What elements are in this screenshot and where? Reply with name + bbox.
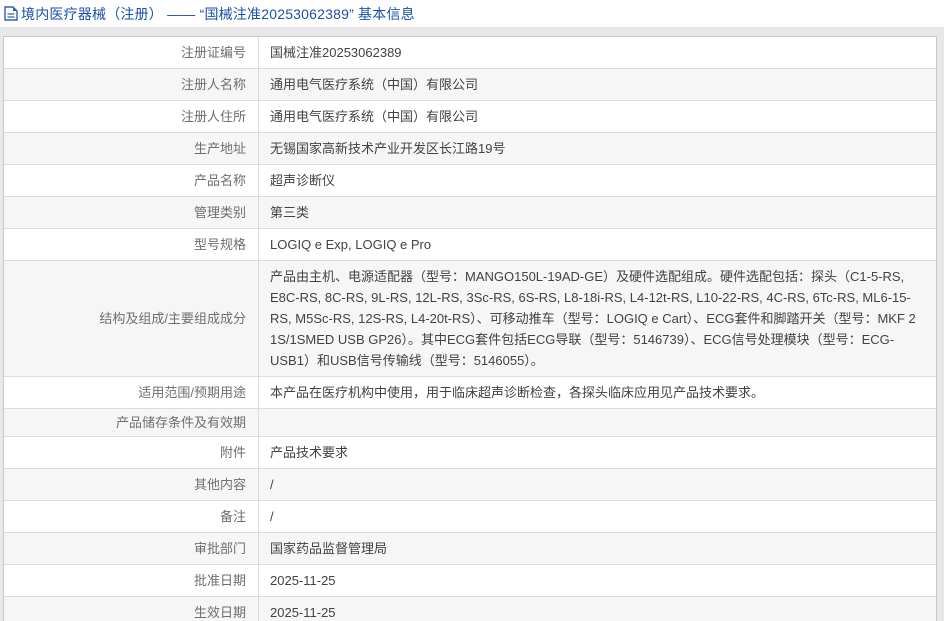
- row-label: 产品名称: [4, 165, 259, 196]
- table-row-approval-department: 审批部门 国家药品监督管理局: [4, 533, 936, 565]
- row-label: 管理类别: [4, 197, 259, 228]
- row-value: 通用电气医疗系统（中国）有限公司: [259, 69, 936, 100]
- row-value: 2025-11-25: [259, 565, 936, 596]
- row-label: 注册人住所: [4, 101, 259, 132]
- row-value: /: [259, 469, 936, 500]
- row-label: 适用范围/预期用途: [4, 377, 259, 408]
- table-row-attachments: 附件 产品技术要求: [4, 437, 936, 469]
- row-value: 无锡国家高新技术产业开发区长江路19号: [259, 133, 936, 164]
- table-row-management-class: 管理类别 第三类: [4, 197, 936, 229]
- row-value: 超声诊断仪: [259, 165, 936, 196]
- table-row-registrant-name: 注册人名称 通用电气医疗系统（中国）有限公司: [4, 69, 936, 101]
- row-label: 产品储存条件及有效期: [4, 409, 259, 436]
- table-row-storage-conditions: 产品储存条件及有效期: [4, 409, 936, 437]
- row-value: /: [259, 501, 936, 532]
- table-row-intended-use: 适用范围/预期用途 本产品在医疗机构中使用，用于临床超声诊断检查，各探头临床应用…: [4, 377, 936, 409]
- table-row-production-address: 生产地址 无锡国家高新技术产业开发区长江路19号: [4, 133, 936, 165]
- table-row-registrant-address: 注册人住所 通用电气医疗系统（中国）有限公司: [4, 101, 936, 133]
- row-label: 生产地址: [4, 133, 259, 164]
- document-icon: [4, 6, 18, 21]
- table-row-approval-date: 批准日期 2025-11-25: [4, 565, 936, 597]
- page-title: 境内医疗器械（注册） —— “国械注准20253062389” 基本信息: [21, 4, 415, 24]
- row-value: 第三类: [259, 197, 936, 228]
- row-label: 附件: [4, 437, 259, 468]
- row-label: 其他内容: [4, 469, 259, 500]
- row-value: 通用电气医疗系统（中国）有限公司: [259, 101, 936, 132]
- table-row-effective-date: 生效日期 2025-11-25: [4, 597, 936, 621]
- row-label: 审批部门: [4, 533, 259, 564]
- row-value: 国械注准20253062389: [259, 37, 936, 68]
- row-value: 产品技术要求: [259, 437, 936, 468]
- table-row-reg-number: 注册证编号 国械注准20253062389: [4, 37, 936, 69]
- table-row-other-content: 其他内容 /: [4, 469, 936, 501]
- row-value: 2025-11-25: [259, 597, 936, 621]
- row-value: LOGIQ e Exp, LOGIQ e Pro: [259, 229, 936, 260]
- page-header: 境内医疗器械（注册） —— “国械注准20253062389” 基本信息: [0, 0, 944, 28]
- table-row-composition: 结构及组成/主要组成成分 产品由主机、电源适配器（型号：MANGO150L-19…: [4, 261, 936, 377]
- row-value: [259, 409, 936, 436]
- row-value: 产品由主机、电源适配器（型号：MANGO150L-19AD-GE）及硬件选配组成…: [259, 261, 936, 376]
- table-row-product-name: 产品名称 超声诊断仪: [4, 165, 936, 197]
- registration-info-table: 注册证编号 国械注准20253062389 注册人名称 通用电气医疗系统（中国）…: [3, 36, 937, 621]
- table-row-remarks: 备注 /: [4, 501, 936, 533]
- table-row-model-spec: 型号规格 LOGIQ e Exp, LOGIQ e Pro: [4, 229, 936, 261]
- row-value: 本产品在医疗机构中使用，用于临床超声诊断检查，各探头临床应用见产品技术要求。: [259, 377, 936, 408]
- row-label: 备注: [4, 501, 259, 532]
- row-label: 注册人名称: [4, 69, 259, 100]
- row-label: 注册证编号: [4, 37, 259, 68]
- row-label: 批准日期: [4, 565, 259, 596]
- row-value: 国家药品监督管理局: [259, 533, 936, 564]
- row-label: 结构及组成/主要组成成分: [4, 261, 259, 376]
- row-label: 型号规格: [4, 229, 259, 260]
- row-label: 生效日期: [4, 597, 259, 621]
